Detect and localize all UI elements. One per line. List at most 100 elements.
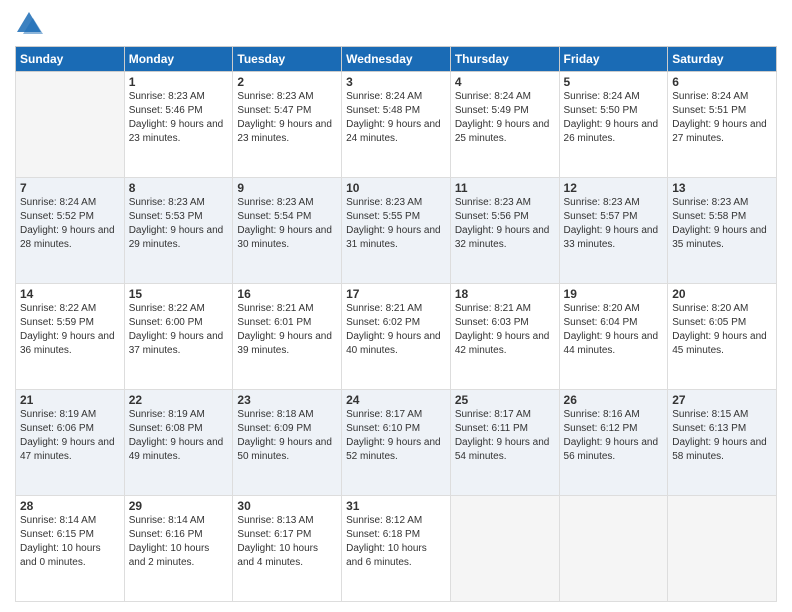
- day-info: Sunrise: 8:19 AMSunset: 6:08 PMDaylight:…: [129, 408, 229, 464]
- day-info: Sunrise: 8:20 AMSunset: 6:04 PMDaylight:…: [564, 302, 664, 358]
- page: SundayMondayTuesdayWednesdayThursdayFrid…: [0, 0, 792, 612]
- calendar-cell: [668, 496, 777, 602]
- calendar-cell: 25Sunrise: 8:17 AMSunset: 6:11 PMDayligh…: [450, 390, 559, 496]
- calendar-cell: 7Sunrise: 8:24 AMSunset: 5:52 PMDaylight…: [16, 178, 125, 284]
- calendar-cell: 21Sunrise: 8:19 AMSunset: 6:06 PMDayligh…: [16, 390, 125, 496]
- day-number: 16: [237, 287, 337, 301]
- day-info: Sunrise: 8:23 AMSunset: 5:55 PMDaylight:…: [346, 196, 446, 252]
- day-info: Sunrise: 8:23 AMSunset: 5:53 PMDaylight:…: [129, 196, 229, 252]
- calendar-cell: [450, 496, 559, 602]
- logo: [15, 10, 47, 38]
- calendar-cell: 4Sunrise: 8:24 AMSunset: 5:49 PMDaylight…: [450, 72, 559, 178]
- weekday-header-row: SundayMondayTuesdayWednesdayThursdayFrid…: [16, 47, 777, 72]
- calendar-cell: [16, 72, 125, 178]
- day-info: Sunrise: 8:23 AMSunset: 5:57 PMDaylight:…: [564, 196, 664, 252]
- calendar-cell: 12Sunrise: 8:23 AMSunset: 5:57 PMDayligh…: [559, 178, 668, 284]
- calendar-cell: [559, 496, 668, 602]
- day-info: Sunrise: 8:23 AMSunset: 5:58 PMDaylight:…: [672, 196, 772, 252]
- day-number: 14: [20, 287, 120, 301]
- calendar-cell: 5Sunrise: 8:24 AMSunset: 5:50 PMDaylight…: [559, 72, 668, 178]
- day-number: 15: [129, 287, 229, 301]
- calendar-cell: 22Sunrise: 8:19 AMSunset: 6:08 PMDayligh…: [124, 390, 233, 496]
- day-number: 23: [237, 393, 337, 407]
- day-info: Sunrise: 8:14 AMSunset: 6:15 PMDaylight:…: [20, 514, 120, 570]
- day-number: 30: [237, 499, 337, 513]
- day-info: Sunrise: 8:21 AMSunset: 6:02 PMDaylight:…: [346, 302, 446, 358]
- calendar-cell: 20Sunrise: 8:20 AMSunset: 6:05 PMDayligh…: [668, 284, 777, 390]
- day-info: Sunrise: 8:17 AMSunset: 6:11 PMDaylight:…: [455, 408, 555, 464]
- calendar-cell: 2Sunrise: 8:23 AMSunset: 5:47 PMDaylight…: [233, 72, 342, 178]
- day-info: Sunrise: 8:23 AMSunset: 5:54 PMDaylight:…: [237, 196, 337, 252]
- day-info: Sunrise: 8:23 AMSunset: 5:46 PMDaylight:…: [129, 90, 229, 146]
- day-number: 9: [237, 181, 337, 195]
- day-info: Sunrise: 8:21 AMSunset: 6:01 PMDaylight:…: [237, 302, 337, 358]
- day-number: 17: [346, 287, 446, 301]
- calendar-cell: 26Sunrise: 8:16 AMSunset: 6:12 PMDayligh…: [559, 390, 668, 496]
- weekday-monday: Monday: [124, 47, 233, 72]
- calendar-week-row: 21Sunrise: 8:19 AMSunset: 6:06 PMDayligh…: [16, 390, 777, 496]
- calendar-cell: 15Sunrise: 8:22 AMSunset: 6:00 PMDayligh…: [124, 284, 233, 390]
- day-info: Sunrise: 8:12 AMSunset: 6:18 PMDaylight:…: [346, 514, 446, 570]
- calendar-cell: 14Sunrise: 8:22 AMSunset: 5:59 PMDayligh…: [16, 284, 125, 390]
- calendar-cell: 19Sunrise: 8:20 AMSunset: 6:04 PMDayligh…: [559, 284, 668, 390]
- calendar-cell: 18Sunrise: 8:21 AMSunset: 6:03 PMDayligh…: [450, 284, 559, 390]
- day-info: Sunrise: 8:22 AMSunset: 6:00 PMDaylight:…: [129, 302, 229, 358]
- calendar-week-row: 14Sunrise: 8:22 AMSunset: 5:59 PMDayligh…: [16, 284, 777, 390]
- weekday-friday: Friday: [559, 47, 668, 72]
- calendar-cell: 30Sunrise: 8:13 AMSunset: 6:17 PMDayligh…: [233, 496, 342, 602]
- day-number: 2: [237, 75, 337, 89]
- day-info: Sunrise: 8:19 AMSunset: 6:06 PMDaylight:…: [20, 408, 120, 464]
- day-number: 3: [346, 75, 446, 89]
- calendar-cell: 16Sunrise: 8:21 AMSunset: 6:01 PMDayligh…: [233, 284, 342, 390]
- calendar-cell: 29Sunrise: 8:14 AMSunset: 6:16 PMDayligh…: [124, 496, 233, 602]
- day-number: 8: [129, 181, 229, 195]
- day-number: 10: [346, 181, 446, 195]
- weekday-saturday: Saturday: [668, 47, 777, 72]
- day-info: Sunrise: 8:16 AMSunset: 6:12 PMDaylight:…: [564, 408, 664, 464]
- day-info: Sunrise: 8:23 AMSunset: 5:47 PMDaylight:…: [237, 90, 337, 146]
- day-number: 29: [129, 499, 229, 513]
- day-info: Sunrise: 8:13 AMSunset: 6:17 PMDaylight:…: [237, 514, 337, 570]
- weekday-wednesday: Wednesday: [342, 47, 451, 72]
- day-number: 22: [129, 393, 229, 407]
- day-info: Sunrise: 8:17 AMSunset: 6:10 PMDaylight:…: [346, 408, 446, 464]
- calendar-cell: 6Sunrise: 8:24 AMSunset: 5:51 PMDaylight…: [668, 72, 777, 178]
- day-number: 18: [455, 287, 555, 301]
- calendar-cell: 17Sunrise: 8:21 AMSunset: 6:02 PMDayligh…: [342, 284, 451, 390]
- day-number: 6: [672, 75, 772, 89]
- weekday-sunday: Sunday: [16, 47, 125, 72]
- day-number: 13: [672, 181, 772, 195]
- calendar-cell: 11Sunrise: 8:23 AMSunset: 5:56 PMDayligh…: [450, 178, 559, 284]
- day-number: 26: [564, 393, 664, 407]
- calendar-cell: 3Sunrise: 8:24 AMSunset: 5:48 PMDaylight…: [342, 72, 451, 178]
- calendar-cell: 10Sunrise: 8:23 AMSunset: 5:55 PMDayligh…: [342, 178, 451, 284]
- day-number: 4: [455, 75, 555, 89]
- day-info: Sunrise: 8:14 AMSunset: 6:16 PMDaylight:…: [129, 514, 229, 570]
- day-info: Sunrise: 8:22 AMSunset: 5:59 PMDaylight:…: [20, 302, 120, 358]
- day-number: 5: [564, 75, 664, 89]
- calendar-week-row: 28Sunrise: 8:14 AMSunset: 6:15 PMDayligh…: [16, 496, 777, 602]
- day-info: Sunrise: 8:24 AMSunset: 5:52 PMDaylight:…: [20, 196, 120, 252]
- day-info: Sunrise: 8:24 AMSunset: 5:50 PMDaylight:…: [564, 90, 664, 146]
- day-number: 21: [20, 393, 120, 407]
- calendar-week-row: 1Sunrise: 8:23 AMSunset: 5:46 PMDaylight…: [16, 72, 777, 178]
- day-number: 27: [672, 393, 772, 407]
- day-number: 20: [672, 287, 772, 301]
- day-number: 12: [564, 181, 664, 195]
- day-info: Sunrise: 8:15 AMSunset: 6:13 PMDaylight:…: [672, 408, 772, 464]
- day-info: Sunrise: 8:18 AMSunset: 6:09 PMDaylight:…: [237, 408, 337, 464]
- day-number: 25: [455, 393, 555, 407]
- logo-icon: [15, 10, 43, 38]
- day-number: 11: [455, 181, 555, 195]
- day-number: 7: [20, 181, 120, 195]
- calendar-cell: 24Sunrise: 8:17 AMSunset: 6:10 PMDayligh…: [342, 390, 451, 496]
- day-info: Sunrise: 8:24 AMSunset: 5:49 PMDaylight:…: [455, 90, 555, 146]
- weekday-thursday: Thursday: [450, 47, 559, 72]
- calendar-cell: 8Sunrise: 8:23 AMSunset: 5:53 PMDaylight…: [124, 178, 233, 284]
- calendar-week-row: 7Sunrise: 8:24 AMSunset: 5:52 PMDaylight…: [16, 178, 777, 284]
- calendar-cell: 31Sunrise: 8:12 AMSunset: 6:18 PMDayligh…: [342, 496, 451, 602]
- day-info: Sunrise: 8:24 AMSunset: 5:48 PMDaylight:…: [346, 90, 446, 146]
- calendar-cell: 9Sunrise: 8:23 AMSunset: 5:54 PMDaylight…: [233, 178, 342, 284]
- day-number: 31: [346, 499, 446, 513]
- day-number: 24: [346, 393, 446, 407]
